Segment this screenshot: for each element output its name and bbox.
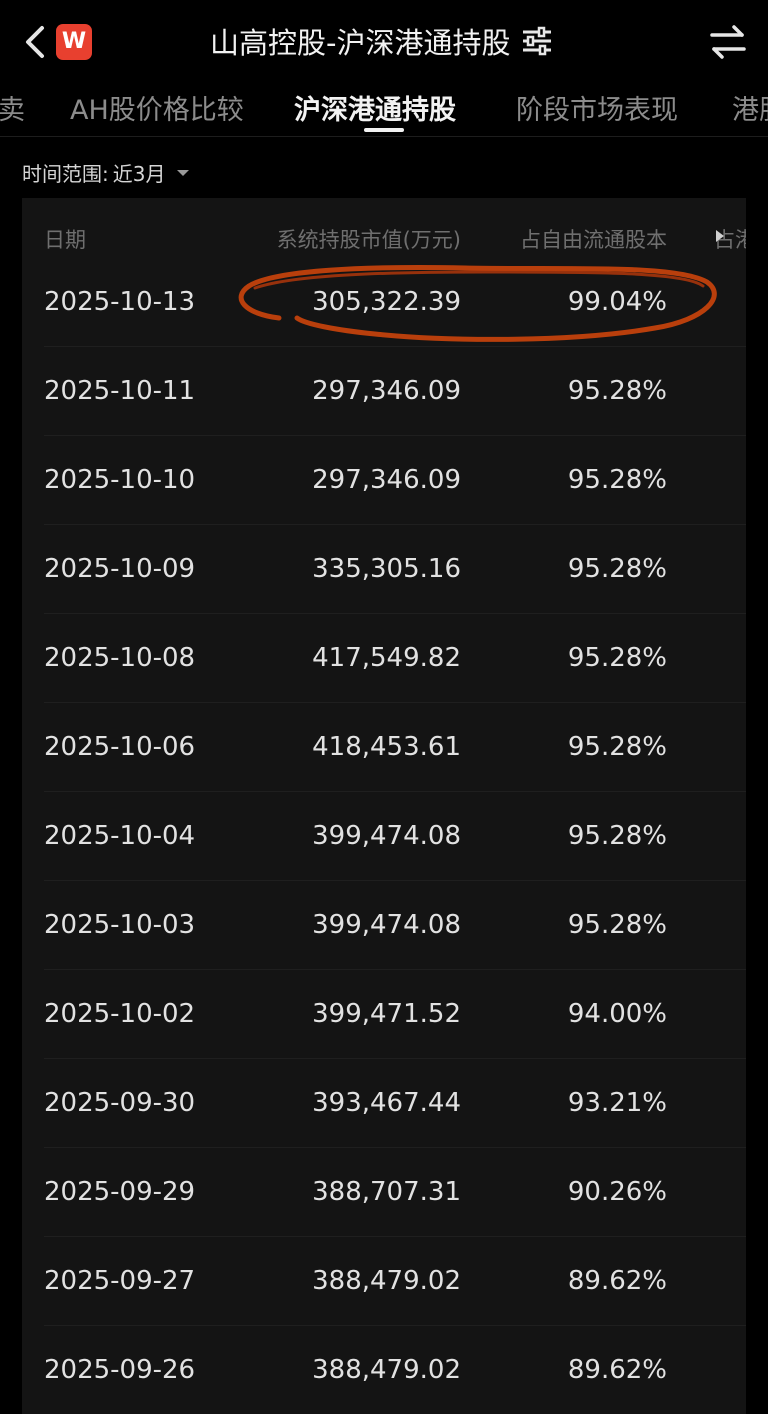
date-cell: 2025-10-09 <box>44 554 196 584</box>
date-cell: 2025-10-04 <box>44 821 196 851</box>
free-float-pct-cell: 94.00% <box>567 999 667 1029</box>
date-cell: 2025-10-08 <box>44 643 196 673</box>
date-cell: 2025-09-29 <box>44 1177 196 1207</box>
market-value-cell: 335,305.16 <box>312 554 461 584</box>
market-value-cell: 393,467.44 <box>312 1088 461 1118</box>
free-float-pct-cell: 90.26% <box>567 1177 667 1207</box>
date-cell: 2025-09-30 <box>44 1088 196 1118</box>
tab-period-performance[interactable]: 阶段市场表现 <box>516 88 678 127</box>
app-logo[interactable]: W <box>56 24 92 60</box>
date-cell: 2025-10-10 <box>44 465 196 495</box>
top-bar: W 山高控股-沪深港通持股 <box>0 0 768 84</box>
filter-sliders-icon[interactable] <box>520 26 554 56</box>
table-row[interactable]: 2025-09-29 388,707.31 90.26% <box>22 1148 746 1237</box>
market-value-cell: 417,549.82 <box>312 643 461 673</box>
free-float-pct-cell: 89.62% <box>567 1355 667 1385</box>
date-cell: 2025-10-06 <box>44 732 196 762</box>
free-float-pct-cell: 93.21% <box>567 1088 667 1118</box>
page-title-area: 山高控股-沪深港通持股 <box>210 18 554 64</box>
tab-hk-stock[interactable]: 港股 <box>732 88 768 127</box>
market-value-cell: 388,479.02 <box>312 1355 461 1385</box>
date-cell: 2025-10-03 <box>44 910 196 940</box>
swap-arrows-icon[interactable] <box>708 22 748 62</box>
table-row[interactable]: 2025-10-10 297,346.09 95.28% <box>22 436 746 525</box>
date-cell: 2025-09-27 <box>44 1266 196 1296</box>
table-row[interactable]: 2025-09-27 388,479.02 89.62% <box>22 1237 746 1326</box>
date-cell: 2025-10-11 <box>44 376 196 406</box>
table-row[interactable]: 2025-09-26 388,479.02 89.62% <box>22 1326 746 1414</box>
market-value-cell: 388,707.31 <box>312 1177 461 1207</box>
free-float-pct-cell: 95.28% <box>567 643 667 673</box>
table-row[interactable]: 2025-10-09 335,305.16 95.28% <box>22 525 746 614</box>
column-header-market-value[interactable]: 系统持股市值(万元) <box>277 224 461 254</box>
tab-ah-price-compare[interactable]: AH股价格比较 <box>70 88 244 127</box>
active-tab-indicator <box>364 128 404 132</box>
date-cell: 2025-09-26 <box>44 1355 196 1385</box>
table-row[interactable]: 2025-10-08 417,549.82 95.28% <box>22 614 746 703</box>
date-cell: 2025-10-13 <box>44 287 196 317</box>
free-float-pct-cell: 95.28% <box>567 732 667 762</box>
time-range-value: 近3月 <box>112 162 166 186</box>
scroll-right-icon[interactable] <box>716 230 724 242</box>
market-value-cell: 399,474.08 <box>312 910 461 940</box>
table-row[interactable]: 2025-10-06 418,453.61 95.28% <box>22 703 746 792</box>
market-value-cell: 399,471.52 <box>312 999 461 1029</box>
free-float-pct-cell: 95.28% <box>567 821 667 851</box>
table-row[interactable]: 2025-09-30 393,467.44 93.21% <box>22 1059 746 1148</box>
free-float-pct-cell: 95.28% <box>567 465 667 495</box>
back-arrow-icon[interactable] <box>18 22 54 62</box>
market-value-cell: 399,474.08 <box>312 821 461 851</box>
tab-connect-holdings[interactable]: 沪深港通持股 <box>294 88 456 127</box>
market-value-cell: 388,479.02 <box>312 1266 461 1296</box>
page-title: 山高控股-沪深港通持股 <box>210 26 511 60</box>
table-row[interactable]: 2025-10-11 297,346.09 95.28% <box>22 347 746 436</box>
time-range-selector[interactable]: 时间范围: 近3月 <box>22 158 190 187</box>
time-range-label: 时间范围: <box>22 162 109 186</box>
free-float-pct-cell: 95.28% <box>567 554 667 584</box>
column-header-free-float-pct[interactable]: 占自由流通股本 <box>520 224 667 254</box>
market-value-cell: 418,453.61 <box>312 732 461 762</box>
free-float-pct-cell: 99.04% <box>567 287 667 317</box>
table-row[interactable]: 2025-10-13 305,322.39 99.04% <box>22 258 746 347</box>
table-row[interactable]: 2025-10-03 399,474.08 95.28% <box>22 881 746 970</box>
free-float-pct-cell: 95.28% <box>567 910 667 940</box>
market-value-cell: 305,322.39 <box>312 287 461 317</box>
free-float-pct-cell: 95.28% <box>567 376 667 406</box>
holdings-table: 日期 系统持股市值(万元) 占自由流通股本 占港 2025-10-13 305,3… <box>22 198 746 1414</box>
market-value-cell: 297,346.09 <box>312 465 461 495</box>
column-header-date[interactable]: 日期 <box>44 224 86 254</box>
table-row[interactable]: 2025-10-02 399,471.52 94.00% <box>22 970 746 1059</box>
date-cell: 2025-10-02 <box>44 999 196 1029</box>
dropdown-caret-icon <box>177 169 190 176</box>
free-float-pct-cell: 89.62% <box>567 1266 667 1296</box>
market-value-cell: 297,346.09 <box>312 376 461 406</box>
table-row[interactable]: 2025-10-04 399,474.08 95.28% <box>22 792 746 881</box>
tab-trading[interactable]: 卖 <box>0 88 25 127</box>
